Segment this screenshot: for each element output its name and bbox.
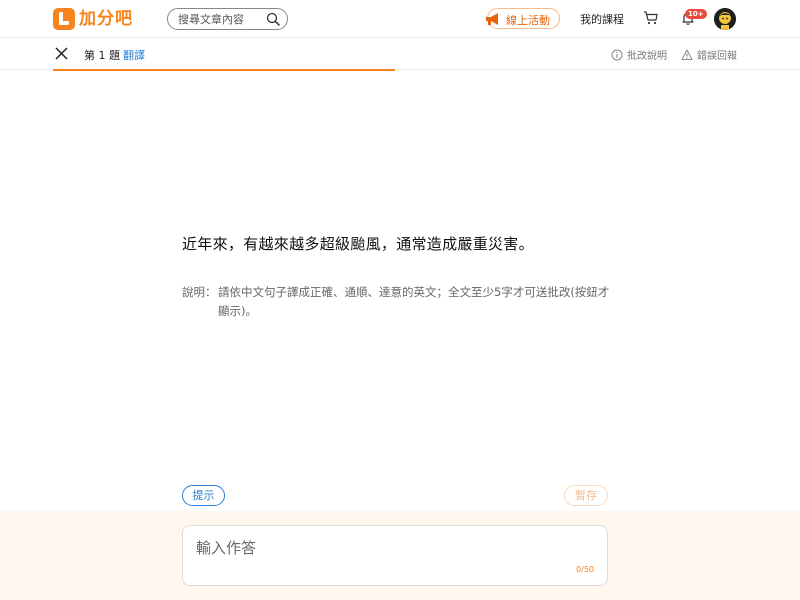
progress-bar [53, 69, 395, 71]
logo-icon [53, 8, 75, 30]
warning-icon [681, 49, 693, 60]
info-icon [611, 49, 623, 60]
avatar-image [714, 8, 736, 30]
close-icon[interactable] [55, 47, 68, 60]
search-icon[interactable] [266, 12, 280, 26]
online-event-label: 線上活動 [506, 14, 550, 27]
search-box[interactable] [167, 8, 288, 30]
question-toolbar: 第 1 題 翻譯 批改說明 錯誤回報 [0, 38, 800, 71]
online-event-button[interactable]: 線上活動 [486, 8, 560, 29]
cart-icon[interactable] [643, 11, 658, 25]
top-header: 加分吧 線上活動 我的課程 10+ [0, 0, 800, 38]
instruction: 說明： 請依中文句子譯成正確、通順、達意的英文；全文至少5字才可送批改(按鈕才顯… [182, 283, 612, 321]
hint-button[interactable]: 提示 [182, 485, 225, 506]
avatar[interactable] [714, 8, 736, 30]
megaphone-icon [486, 13, 498, 25]
save-draft-button[interactable]: 暫存 [564, 485, 608, 506]
error-report-link[interactable]: 錯誤回報 [681, 47, 737, 62]
question-type: 翻譯 [123, 49, 145, 62]
grading-info-label: 批改說明 [627, 51, 667, 62]
instruction-label: 說明： [182, 285, 217, 299]
notification-badge: 10+ [685, 9, 707, 19]
search-input[interactable] [178, 12, 263, 26]
char-counter: 0/50 [576, 565, 594, 574]
instruction-body: 請依中文句子譯成正確、通順、達意的英文；全文至少5字才可送批改(按鈕才顯示)。 [218, 285, 610, 318]
grading-info-link[interactable]: 批改說明 [611, 47, 667, 62]
error-report-label: 錯誤回報 [697, 51, 737, 62]
question-text: 近年來，有越來越多超級颱風，通常造成嚴重災害。 [182, 235, 534, 253]
logo-text: 加分吧 [79, 9, 133, 29]
answer-box[interactable]: 0/50 [182, 525, 608, 586]
site-logo[interactable]: 加分吧 [53, 6, 133, 32]
answer-input[interactable] [196, 537, 591, 567]
my-courses-link[interactable]: 我的課程 [580, 11, 624, 27]
question-number: 第 1 題 [84, 49, 120, 62]
